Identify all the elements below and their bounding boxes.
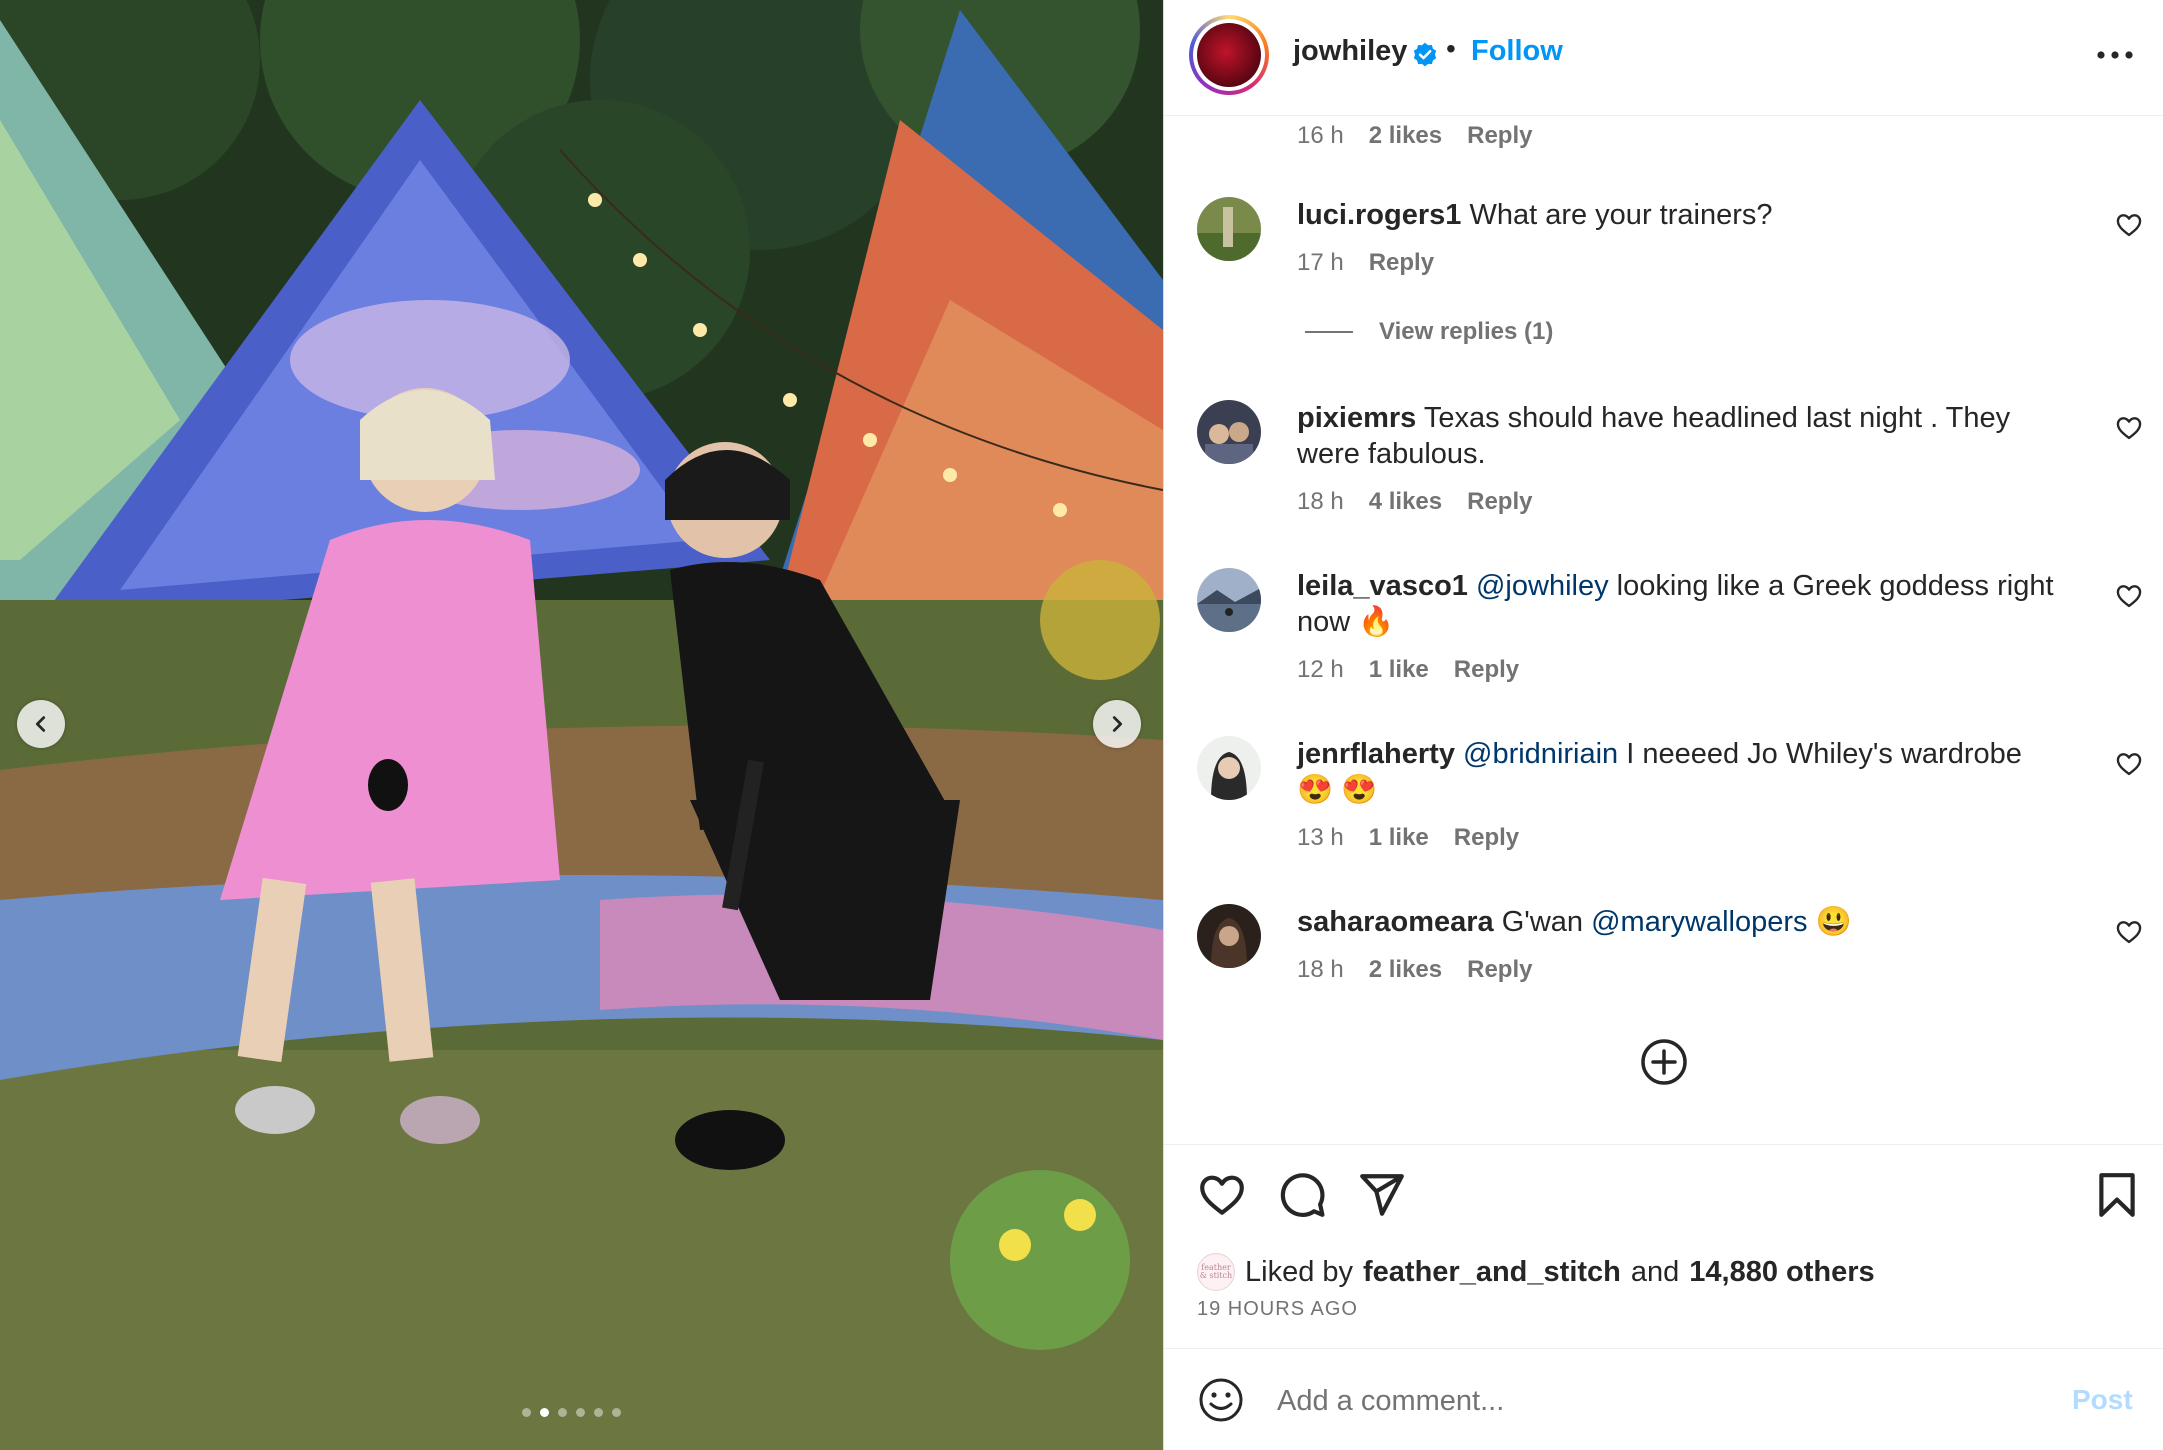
carousel-dot (558, 1408, 567, 1417)
reply-button[interactable]: Reply (1467, 122, 1532, 150)
comment-meta: 13 h 1 like Reply (1297, 824, 1519, 852)
comment-time: 16 h (1297, 122, 1344, 149)
like-comment-heart-icon[interactable] (2115, 918, 2143, 946)
post-photo (0, 0, 1163, 1450)
commenter-avatar[interactable] (1197, 736, 1261, 800)
comment-mention[interactable]: @bridniriain (1463, 738, 1618, 770)
carousel-dot (612, 1408, 621, 1417)
chevron-right-icon (1112, 716, 1123, 732)
more-options-icon[interactable] (2090, 40, 2140, 70)
comment-content: 😃 (1807, 906, 1852, 938)
carousel-dot (540, 1408, 549, 1417)
emoji-smiley-icon[interactable] (1197, 1376, 1245, 1424)
like-comment-heart-icon[interactable] (2115, 750, 2143, 778)
comment-likes[interactable]: 1 like (1369, 656, 1429, 684)
comment-likes[interactable]: 1 like (1369, 824, 1429, 852)
reply-button[interactable]: Reply (1369, 249, 1434, 277)
comment-meta: 17 h Reply (1297, 249, 1434, 277)
comment-content: G'wan (1501, 906, 1592, 938)
like-comment-heart-icon[interactable] (2115, 582, 2143, 610)
view-replies-button[interactable]: View replies (1) (1305, 318, 1553, 346)
like-heart-icon[interactable] (1197, 1170, 1247, 1220)
carousel-dot (594, 1408, 603, 1417)
comment-username[interactable]: saharaomeara (1297, 906, 1494, 938)
likes-prefix: Liked by (1245, 1255, 1354, 1288)
previous-slide-button[interactable] (17, 700, 65, 748)
like-comment-heart-icon[interactable] (2115, 414, 2143, 442)
likes-summary: feather & stitch Liked by feather_and_st… (1197, 1253, 1875, 1291)
comment-icon[interactable] (1277, 1170, 1327, 1220)
author-avatar[interactable] (1189, 15, 1269, 95)
comment-meta: 12 h 1 like Reply (1297, 656, 1519, 684)
post-media[interactable] (0, 0, 1163, 1450)
comment-username[interactable]: leila_vasco1 (1297, 570, 1468, 602)
comment-meta: 18 h 4 likes Reply (1297, 488, 1532, 516)
commenter-avatar[interactable] (1197, 197, 1261, 261)
divider (1164, 1348, 2163, 1349)
author-username[interactable]: jowhiley (1293, 35, 1407, 68)
likes-conj: and (1630, 1255, 1680, 1288)
comment-username[interactable]: pixiemrs (1297, 402, 1416, 434)
post-header: jowhiley • Follow (1164, 0, 2163, 116)
carousel-dot (576, 1408, 585, 1417)
share-send-icon[interactable] (1357, 1170, 1407, 1220)
carousel-dot (522, 1408, 531, 1417)
reply-button[interactable]: Reply (1467, 488, 1532, 516)
comment-text: leila_vasco1 @jowhiley looking like a Gr… (1297, 568, 2057, 640)
liker-username[interactable]: feather_and_stitch (1363, 1256, 1621, 1289)
commenter-avatar[interactable] (1197, 904, 1261, 968)
reply-button[interactable]: Reply (1454, 656, 1519, 684)
next-slide-button[interactable] (1093, 700, 1141, 748)
comment-meta: 18 h 2 likes Reply (1297, 956, 1532, 984)
add-comment-input[interactable] (1277, 1380, 2017, 1422)
comments-list[interactable]: 16 h 2 likes Reply luci.rogers1 What are… (1164, 117, 2163, 1144)
like-comment-heart-icon[interactable] (2115, 211, 2143, 239)
comment-time: 18 h (1297, 956, 1344, 983)
comment-username[interactable]: luci.rogers1 (1297, 199, 1461, 231)
comment-mention[interactable]: @jowhiley (1476, 570, 1609, 602)
comment-mention[interactable]: @marywallopers (1591, 906, 1807, 938)
comment-likes[interactable]: 2 likes (1369, 122, 1442, 150)
header-separator: • (1446, 33, 1456, 64)
commenter-avatar[interactable] (1197, 568, 1261, 632)
save-bookmark-icon[interactable] (2092, 1170, 2142, 1220)
likes-others-count[interactable]: 14,880 others (1689, 1256, 1874, 1289)
comment-text: luci.rogers1 What are your trainers? (1297, 197, 2057, 233)
comment-likes[interactable]: 4 likes (1369, 488, 1442, 516)
comment-time: 17 h (1297, 249, 1344, 276)
comment-time: 12 h (1297, 656, 1344, 683)
post-sidebar: jowhiley • Follow 16 h 2 likes Reply luc… (1163, 0, 2163, 1450)
view-replies-label: View replies (1) (1379, 318, 1554, 345)
reply-button[interactable]: Reply (1467, 956, 1532, 984)
follow-button[interactable]: Follow (1471, 35, 1563, 68)
reply-button[interactable]: Reply (1454, 824, 1519, 852)
post-timestamp[interactable]: 19 HOURS AGO (1197, 1298, 1358, 1321)
comment-content: What are your trainers? (1469, 199, 1773, 231)
comment-time: 13 h (1297, 824, 1344, 851)
divider (1164, 1144, 2163, 1145)
liker-avatar[interactable]: feather & stitch (1197, 1253, 1235, 1291)
comment-time: 18 h (1297, 488, 1344, 515)
commenter-avatar[interactable] (1197, 400, 1261, 464)
comment-likes[interactable]: 2 likes (1369, 956, 1442, 984)
liker-avatar-text: feather & stitch (1199, 1263, 1233, 1280)
chevron-left-icon (35, 716, 46, 732)
comment-text: saharaomeara G'wan @marywallopers 😃 (1297, 904, 2057, 940)
comment-text: jenrflaherty @bridniriain I neeeed Jo Wh… (1297, 736, 2057, 808)
verified-badge-icon (1413, 42, 1437, 67)
load-more-comments-plus-circle-icon[interactable] (1639, 1037, 1689, 1087)
comment-text: pixiemrs Texas should have headlined las… (1297, 400, 2057, 472)
comment-meta: 16 h 2 likes Reply (1297, 122, 1532, 150)
replies-divider (1305, 331, 1353, 333)
post-comment-button[interactable]: Post (2072, 1384, 2133, 1416)
carousel-indicator (522, 1408, 621, 1417)
comment-username[interactable]: jenrflaherty (1297, 738, 1455, 770)
